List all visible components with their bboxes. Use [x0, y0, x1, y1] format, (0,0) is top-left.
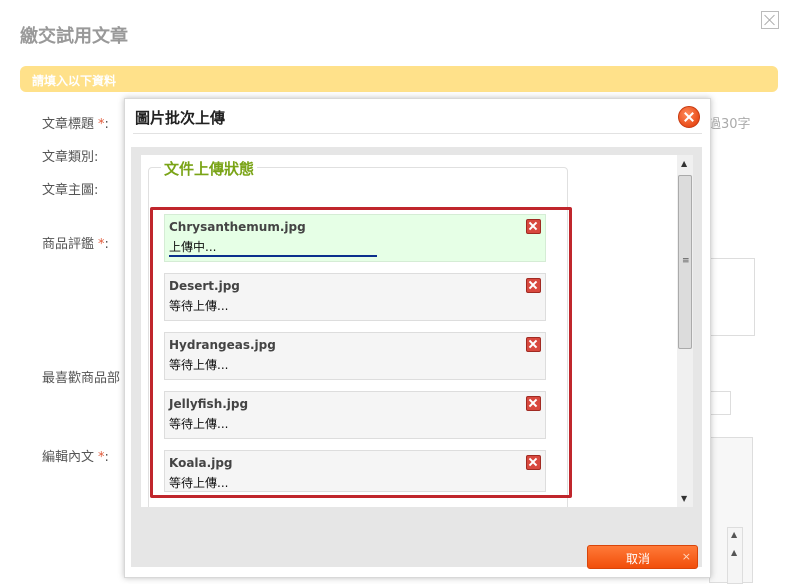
- page-close-icon[interactable]: [761, 11, 779, 29]
- field-label-text: 文章標題: [42, 117, 95, 132]
- field-label-content: 編輯內文 *:: [42, 450, 109, 465]
- banner-text: 請填入以下資料: [32, 74, 117, 88]
- fieldset-legend: 文件上傳狀態: [161, 158, 258, 179]
- field-label-title: 文章標題 *:: [42, 117, 109, 132]
- field-label-text: 最喜歡商品部: [42, 371, 121, 386]
- dialog-title: 圖片批次上傳: [135, 109, 226, 127]
- field-label-category: 文章類別:: [42, 150, 99, 165]
- dialog-divider: [133, 133, 702, 134]
- field-label-image: 文章主圖:: [42, 183, 99, 198]
- field-label-text: 文章主圖: [42, 183, 95, 198]
- field-label-favorite: 最喜歡商品部: [42, 367, 120, 386]
- vertical-scrollbar[interactable]: ▲ ≡ ▼: [677, 155, 693, 507]
- field-label-text: 商品評鑑: [42, 237, 95, 252]
- scroll-up-icon[interactable]: ▲: [731, 530, 737, 539]
- scrollbar-thumb[interactable]: ≡: [678, 175, 692, 349]
- favorite-input[interactable]: [709, 391, 731, 415]
- info-banner: 請填入以下資料: [20, 66, 778, 92]
- field-label-text: 文章類別: [42, 150, 95, 165]
- close-x-icon: ×: [681, 550, 691, 563]
- required-mark: *: [98, 117, 105, 132]
- required-mark: *: [98, 237, 105, 252]
- editor-scrollbar[interactable]: ▲ ▲: [727, 527, 743, 584]
- cancel-button-label: 取消: [626, 552, 651, 566]
- field-label-text: 編輯內文: [42, 450, 95, 465]
- scroll-up-icon[interactable]: ▲: [731, 548, 737, 557]
- scroll-down-icon[interactable]: ▼: [681, 494, 687, 503]
- scroll-up-icon[interactable]: ▲: [681, 159, 687, 168]
- cancel-button[interactable]: 取消 ×: [587, 545, 698, 569]
- page-title: 繳交試用文章: [20, 26, 128, 47]
- grip-icon: ≡: [682, 256, 690, 266]
- close-circle-icon[interactable]: [678, 106, 700, 128]
- review-textarea[interactable]: [709, 258, 755, 336]
- field-label-review: 商品評鑑 *:: [42, 237, 109, 252]
- highlight-box: [150, 207, 572, 498]
- required-mark: *: [98, 450, 105, 465]
- hint-text: 過30字: [708, 117, 751, 132]
